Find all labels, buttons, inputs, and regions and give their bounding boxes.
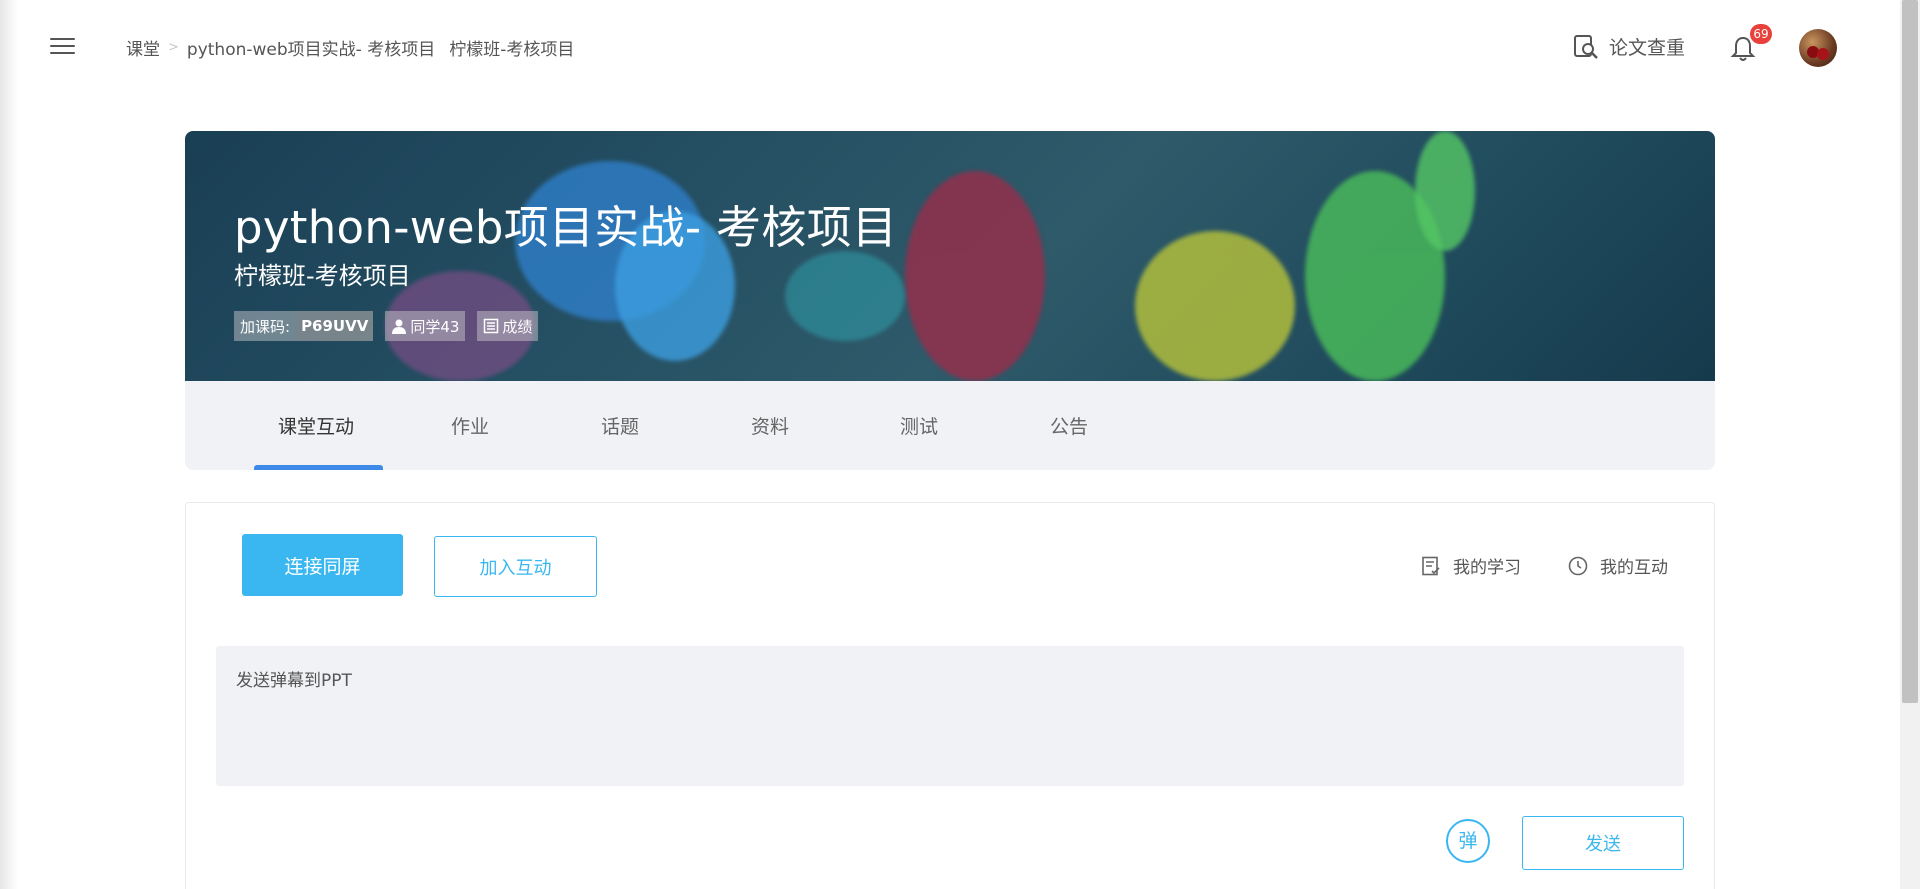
breadcrumb-separator: > — [168, 40, 179, 55]
my-study-label: 我的学习 — [1453, 558, 1521, 578]
study-icon — [1422, 556, 1440, 575]
tab-materials[interactable]: 资料 — [751, 412, 789, 439]
avatar[interactable] — [1799, 29, 1837, 67]
my-study-link[interactable]: 我的学习 — [1421, 553, 1521, 578]
course-title: python-web项目实战- 考核项目 — [234, 201, 898, 254]
menu-icon[interactable] — [50, 38, 75, 56]
join-code-label: 加课码: — [240, 317, 291, 336]
danmu-input[interactable] — [216, 646, 1684, 786]
top-bar: 课堂 > python-web项目实战- 考核项目 柠檬班-考核项目 论文查重 … — [0, 0, 1900, 95]
grades-tag[interactable]: 成绩 — [477, 311, 539, 341]
clock-icon — [1568, 556, 1588, 575]
interaction-panel: 连接同屏 加入互动 我的学习 我的互动 弹 发送 — [185, 502, 1715, 889]
join-code-value: P69UVV — [296, 311, 374, 341]
tab-topics[interactable]: 话题 — [601, 412, 639, 439]
breadcrumb-home[interactable]: 课堂 — [126, 35, 160, 60]
my-interaction-label: 我的互动 — [1600, 558, 1668, 578]
active-tab-indicator — [254, 465, 383, 470]
person-icon — [392, 319, 407, 334]
course-tags: 加课码: P69UVV 同学43 成绩 — [234, 311, 550, 341]
left-edge-shadow — [0, 0, 18, 889]
my-interaction-link[interactable]: 我的互动 — [1568, 553, 1668, 578]
paper-check-icon — [1574, 34, 1598, 59]
grades-label: 成绩 — [502, 317, 533, 336]
breadcrumb-course[interactable]: python-web项目实战- 考核项目 — [187, 35, 435, 60]
tab-classroom-interaction[interactable]: 课堂互动 — [278, 412, 354, 439]
send-button[interactable]: 发送 — [1522, 816, 1684, 870]
grades-icon — [484, 318, 499, 334]
scrollbar[interactable] — [1900, 0, 1920, 889]
students-tag[interactable]: 同学43 — [385, 311, 466, 341]
tab-tests[interactable]: 测试 — [900, 412, 938, 439]
students-label: 同学43 — [410, 317, 460, 336]
join-interaction-button[interactable]: 加入互动 — [434, 536, 597, 597]
course-banner: python-web项目实战- 考核项目 柠檬班-考核项目 加课码: P69UV… — [185, 131, 1715, 381]
breadcrumb: 课堂 > python-web项目实战- 考核项目 柠檬班-考核项目 — [126, 35, 574, 60]
breadcrumb-class: 柠檬班-考核项目 — [449, 40, 575, 60]
tab-homework[interactable]: 作业 — [451, 412, 489, 439]
danmu-toggle-button[interactable]: 弹 — [1446, 819, 1490, 863]
paper-check-button[interactable]: 论文查重 — [1573, 33, 1685, 60]
join-code-tag: 加课码: P69UVV — [234, 311, 374, 341]
notification-badge: 69 — [1750, 24, 1772, 44]
class-name: 柠檬班-考核项目 — [234, 262, 411, 290]
course-tabs: 课堂互动 作业 话题 资料 测试 公告 — [185, 381, 1715, 470]
connect-screen-button[interactable]: 连接同屏 — [242, 534, 403, 596]
paper-check-label: 论文查重 — [1609, 37, 1686, 59]
scrollbar-thumb[interactable] — [1902, 0, 1918, 703]
tab-announcements[interactable]: 公告 — [1050, 412, 1088, 439]
